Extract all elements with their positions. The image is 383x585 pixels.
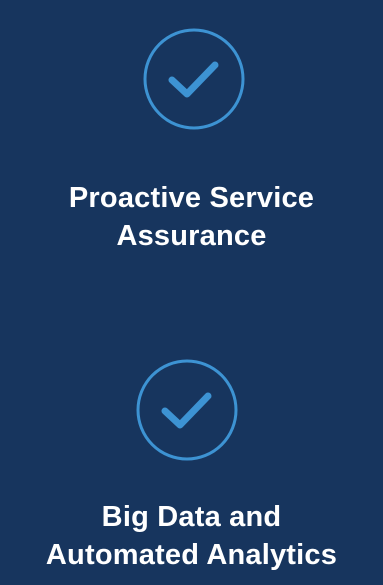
feature-title-line: Big Data and [101,501,282,533]
check-circle-icon [136,359,238,461]
check-circle-icon [143,28,245,130]
feature-title-line: Proactive Service [68,182,315,214]
feature-title: Big Data and Automated Analytics [0,498,383,574]
feature-title-line: Automated Analytics [45,539,338,571]
feature-title: Proactive Service Assurance [0,179,383,255]
feature-title-line: Assurance [116,220,267,252]
